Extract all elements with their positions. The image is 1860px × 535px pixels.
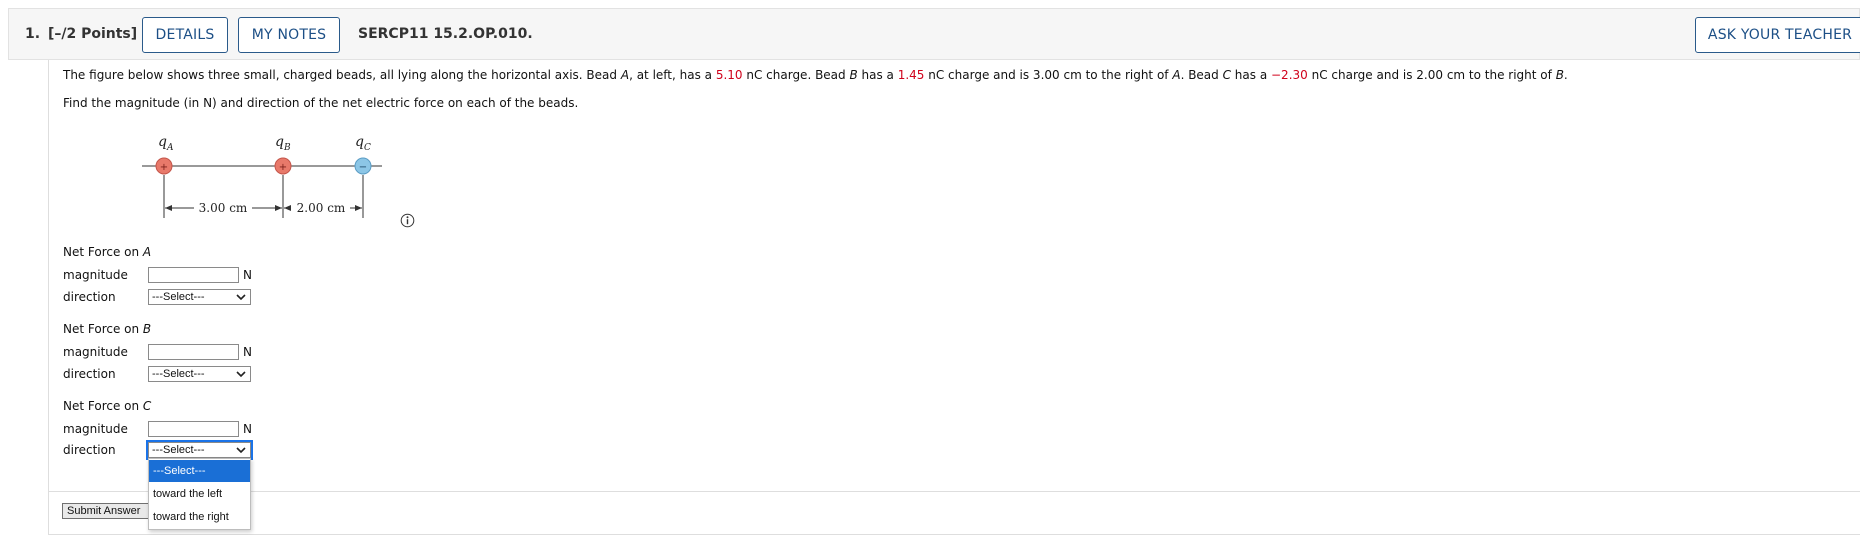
bead-a-sign: + bbox=[160, 162, 168, 173]
force-b-magnitude-input[interactable] bbox=[148, 344, 239, 360]
problem-id: SERCP11 15.2.OP.010. bbox=[358, 26, 533, 42]
distance-ab-label: 3.00 cm bbox=[199, 201, 248, 215]
dropdown-option-select[interactable]: ---Select--- bbox=[149, 460, 250, 482]
force-a-magnitude-input[interactable] bbox=[148, 267, 239, 283]
points-label: [–/2 Points] bbox=[47, 26, 138, 42]
force-a-unit: N bbox=[243, 268, 252, 282]
problem-instruction: Find the magnitude (in N) and direction … bbox=[63, 96, 579, 110]
question-header: 1. [–/2 Points] DETAILS MY NOTES SERCP11… bbox=[8, 8, 1860, 60]
label-qc: qC bbox=[355, 134, 371, 153]
force-a-direction-select[interactable]: ---Select--- bbox=[148, 289, 251, 305]
bead-b-sign: + bbox=[279, 162, 287, 173]
force-c-unit: N bbox=[243, 422, 252, 436]
force-a-heading: Net Force on A bbox=[63, 245, 152, 259]
chevron-down-icon bbox=[236, 371, 246, 378]
force-a-magnitude-label: magnitude bbox=[63, 268, 128, 282]
question-title: 1. [–/2 Points] bbox=[25, 26, 137, 42]
force-b-heading: Net Force on B bbox=[63, 322, 152, 336]
charge-a-value: 5.10 bbox=[715, 68, 743, 82]
dropdown-option-right[interactable]: toward the right bbox=[149, 506, 250, 528]
force-a-direction-label: direction bbox=[63, 290, 116, 304]
dropdown-option-left[interactable]: toward the left bbox=[149, 483, 250, 505]
ask-teacher-button[interactable]: ASK YOUR TEACHER bbox=[1695, 17, 1860, 53]
submit-answer-button[interactable]: Submit Answer bbox=[62, 503, 150, 519]
my-notes-button[interactable]: MY NOTES bbox=[238, 17, 340, 53]
bead-c-sign: − bbox=[359, 162, 367, 173]
force-c-direction-label: direction bbox=[63, 443, 116, 457]
question-number: 1. bbox=[25, 26, 41, 42]
details-button[interactable]: DETAILS bbox=[142, 17, 228, 53]
direction-dropdown-menu: ---Select--- toward the left toward the … bbox=[148, 458, 251, 530]
problem-statement: The figure below shows three small, char… bbox=[63, 68, 1568, 82]
chevron-down-icon bbox=[236, 294, 246, 301]
info-icon[interactable] bbox=[400, 213, 415, 228]
force-c-magnitude-label: magnitude bbox=[63, 422, 128, 436]
charge-b-value: 1.45 bbox=[897, 68, 925, 82]
divider bbox=[49, 491, 1860, 492]
force-b-direction-select[interactable]: ---Select--- bbox=[148, 366, 251, 382]
bead-figure: qA qB qC + + − 3.00 cm 2.00 cm bbox=[142, 134, 382, 218]
force-b-direction-label: direction bbox=[63, 367, 116, 381]
force-b-magnitude-label: magnitude bbox=[63, 345, 128, 359]
force-c-magnitude-input[interactable] bbox=[148, 421, 239, 437]
force-c-direction-select[interactable]: ---Select--- bbox=[146, 440, 253, 460]
label-qa: qA bbox=[158, 134, 174, 153]
distance-bc-label: 2.00 cm bbox=[297, 201, 346, 215]
chevron-down-icon bbox=[236, 447, 246, 454]
charge-c-value: −2.30 bbox=[1271, 68, 1308, 82]
label-qb: qB bbox=[275, 134, 291, 153]
force-b-unit: N bbox=[243, 345, 252, 359]
force-c-heading: Net Force on C bbox=[63, 399, 152, 413]
